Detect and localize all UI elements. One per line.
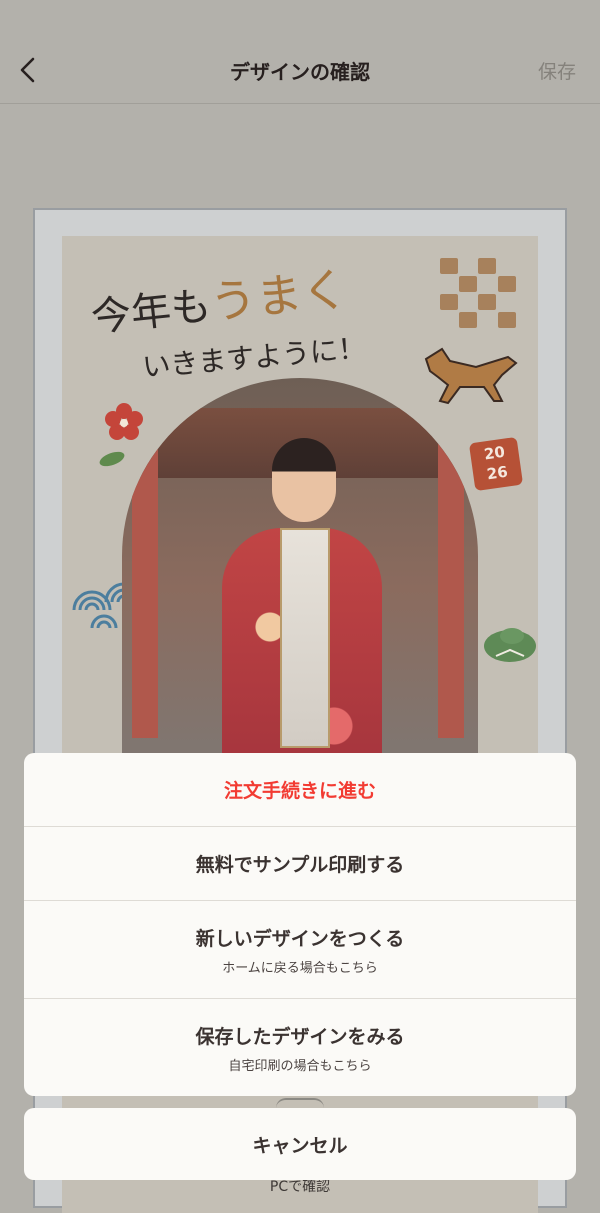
proceed-to-order-label: 注文手続きに進む <box>223 780 376 802</box>
create-new-design-label: 新しいデザインをつくる <box>195 927 405 950</box>
card-message-accent: うまく <box>207 261 351 330</box>
free-sample-print-button[interactable]: 無料でサンプル印刷する <box>24 827 576 901</box>
view-saved-designs-label: 保存したデザインをみる <box>195 1025 405 1048</box>
view-saved-designs-sub: 自宅印刷の場合もこちら <box>228 1058 372 1074</box>
create-new-design-button[interactable]: 新しいデザインをつくる ホームに戻る場合もこちら <box>24 901 576 999</box>
free-sample-print-label: 無料でサンプル印刷する <box>195 854 405 876</box>
create-new-design-sub: ホームに戻る場合もこちら <box>222 960 378 976</box>
cancel-label: キャンセル <box>252 1134 348 1157</box>
view-saved-designs-button[interactable]: 保存したデザインをみる 自宅印刷の場合もこちら <box>24 999 576 1096</box>
action-sheet: 注文手続きに進む 無料でサンプル印刷する 新しいデザインをつくる ホームに戻る場… <box>24 753 576 1096</box>
pine-icon <box>484 628 536 662</box>
preview-handle <box>276 1098 324 1108</box>
cancel-button[interactable]: キャンセル <box>24 1108 576 1180</box>
page-title: デザインの確認 <box>230 60 370 84</box>
top-bar: デザインの確認 保存 <box>0 0 600 104</box>
save-button[interactable]: 保存 <box>538 57 576 84</box>
horse-icon <box>424 347 518 405</box>
card-message-text: 今年も <box>88 283 214 342</box>
proceed-to-order-button[interactable]: 注文手続きに進む <box>24 753 576 827</box>
checker-pattern-icon <box>440 258 516 328</box>
